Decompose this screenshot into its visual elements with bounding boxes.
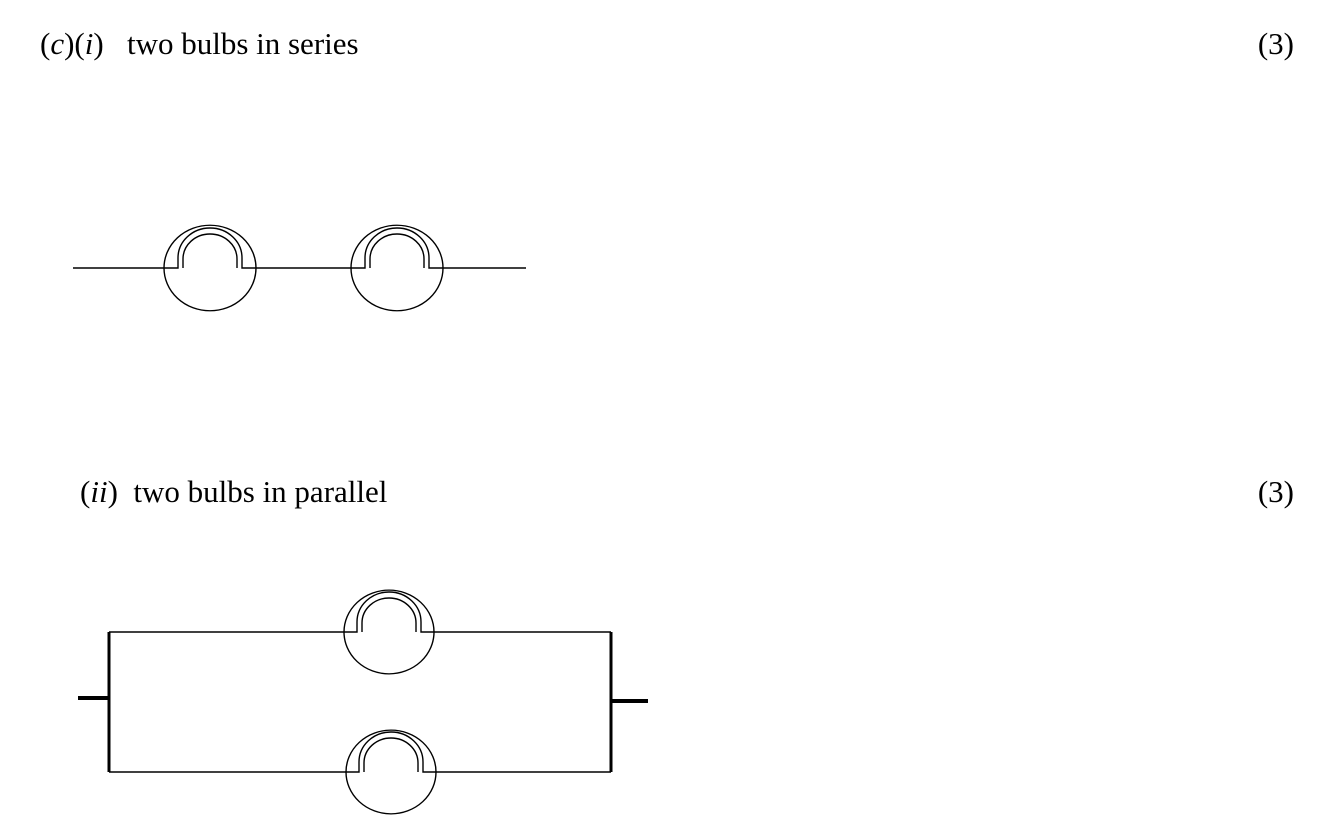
bulb-filament-inner xyxy=(369,233,425,268)
parallel-circuit xyxy=(78,589,648,815)
bulb-filament-inner xyxy=(182,233,238,268)
bulb-filament-inner xyxy=(363,737,419,772)
bulb-filament-inner xyxy=(361,597,417,632)
series-circuit xyxy=(73,224,526,312)
series-bulb-1 xyxy=(163,224,257,312)
parallel-bulb-top xyxy=(343,589,435,675)
circuit-diagrams xyxy=(73,224,648,815)
series-bulb-2 xyxy=(350,224,444,312)
parallel-bulb-bottom xyxy=(345,729,437,815)
